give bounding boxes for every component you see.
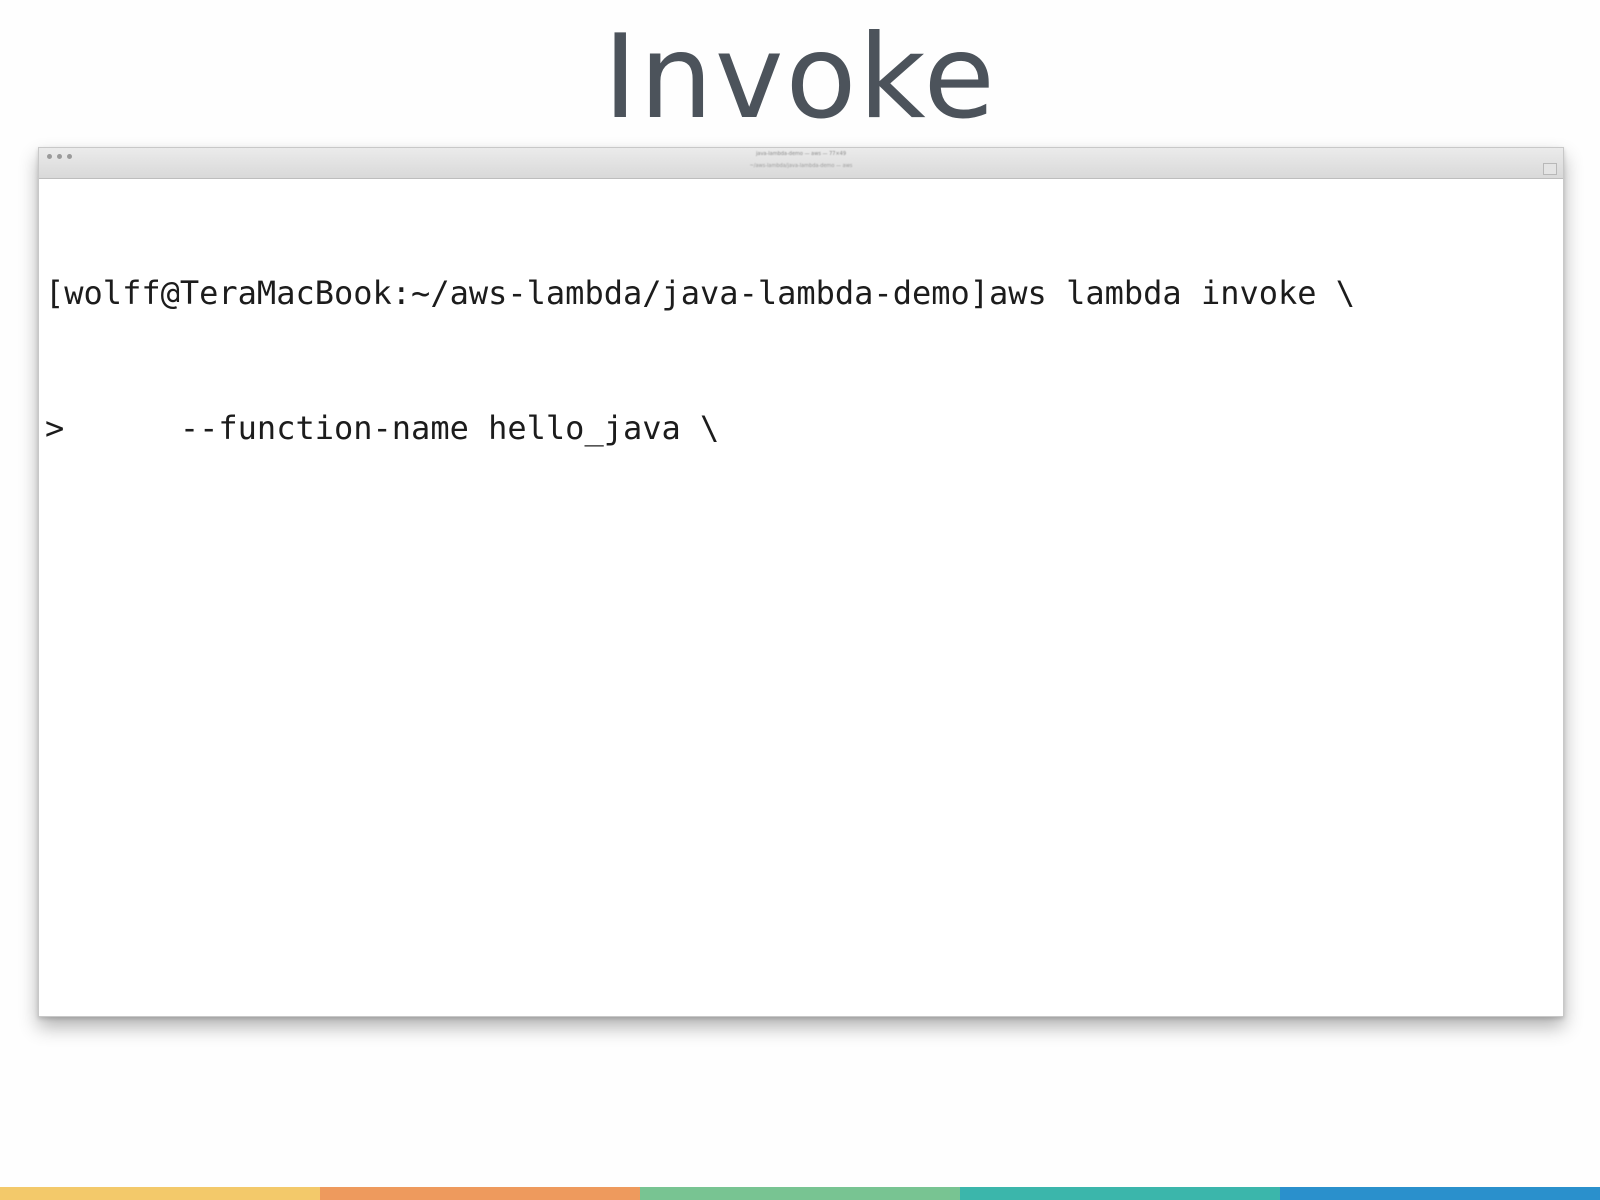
terminal-line: > --function-name hello_java \ xyxy=(45,409,720,447)
footer-color-bar xyxy=(0,1187,1600,1200)
fullscreen-button[interactable] xyxy=(1543,163,1557,175)
terminal-line-partial: --payload '"Test"' \ xyxy=(45,541,1563,549)
color-bar-segment xyxy=(1280,1187,1600,1200)
color-bar-segment xyxy=(640,1187,960,1200)
terminal-line: [wolff@TeraMacBook:~/aws-lambda/java-lam… xyxy=(45,274,1356,312)
slide: Invoke java-lambda-demo — aws — 77×49 ~/… xyxy=(0,0,1600,1200)
color-bar-segment xyxy=(960,1187,1280,1200)
terminal-output[interactable]: [wolff@TeraMacBook:~/aws-lambda/java-lam… xyxy=(39,179,1563,639)
tab-title: ~/aws-lambda/java-lambda-demo — aws xyxy=(749,163,853,169)
color-bar-segment xyxy=(0,1187,320,1200)
window-title: java-lambda-demo — aws — 77×49 xyxy=(755,151,847,157)
terminal-window[interactable]: java-lambda-demo — aws — 77×49 ~/aws-lam… xyxy=(38,147,1564,1017)
color-bar-segment xyxy=(320,1187,640,1200)
terminal-titlebar[interactable]: java-lambda-demo — aws — 77×49 ~/aws-lam… xyxy=(39,148,1563,179)
slide-title: Invoke xyxy=(603,10,997,145)
